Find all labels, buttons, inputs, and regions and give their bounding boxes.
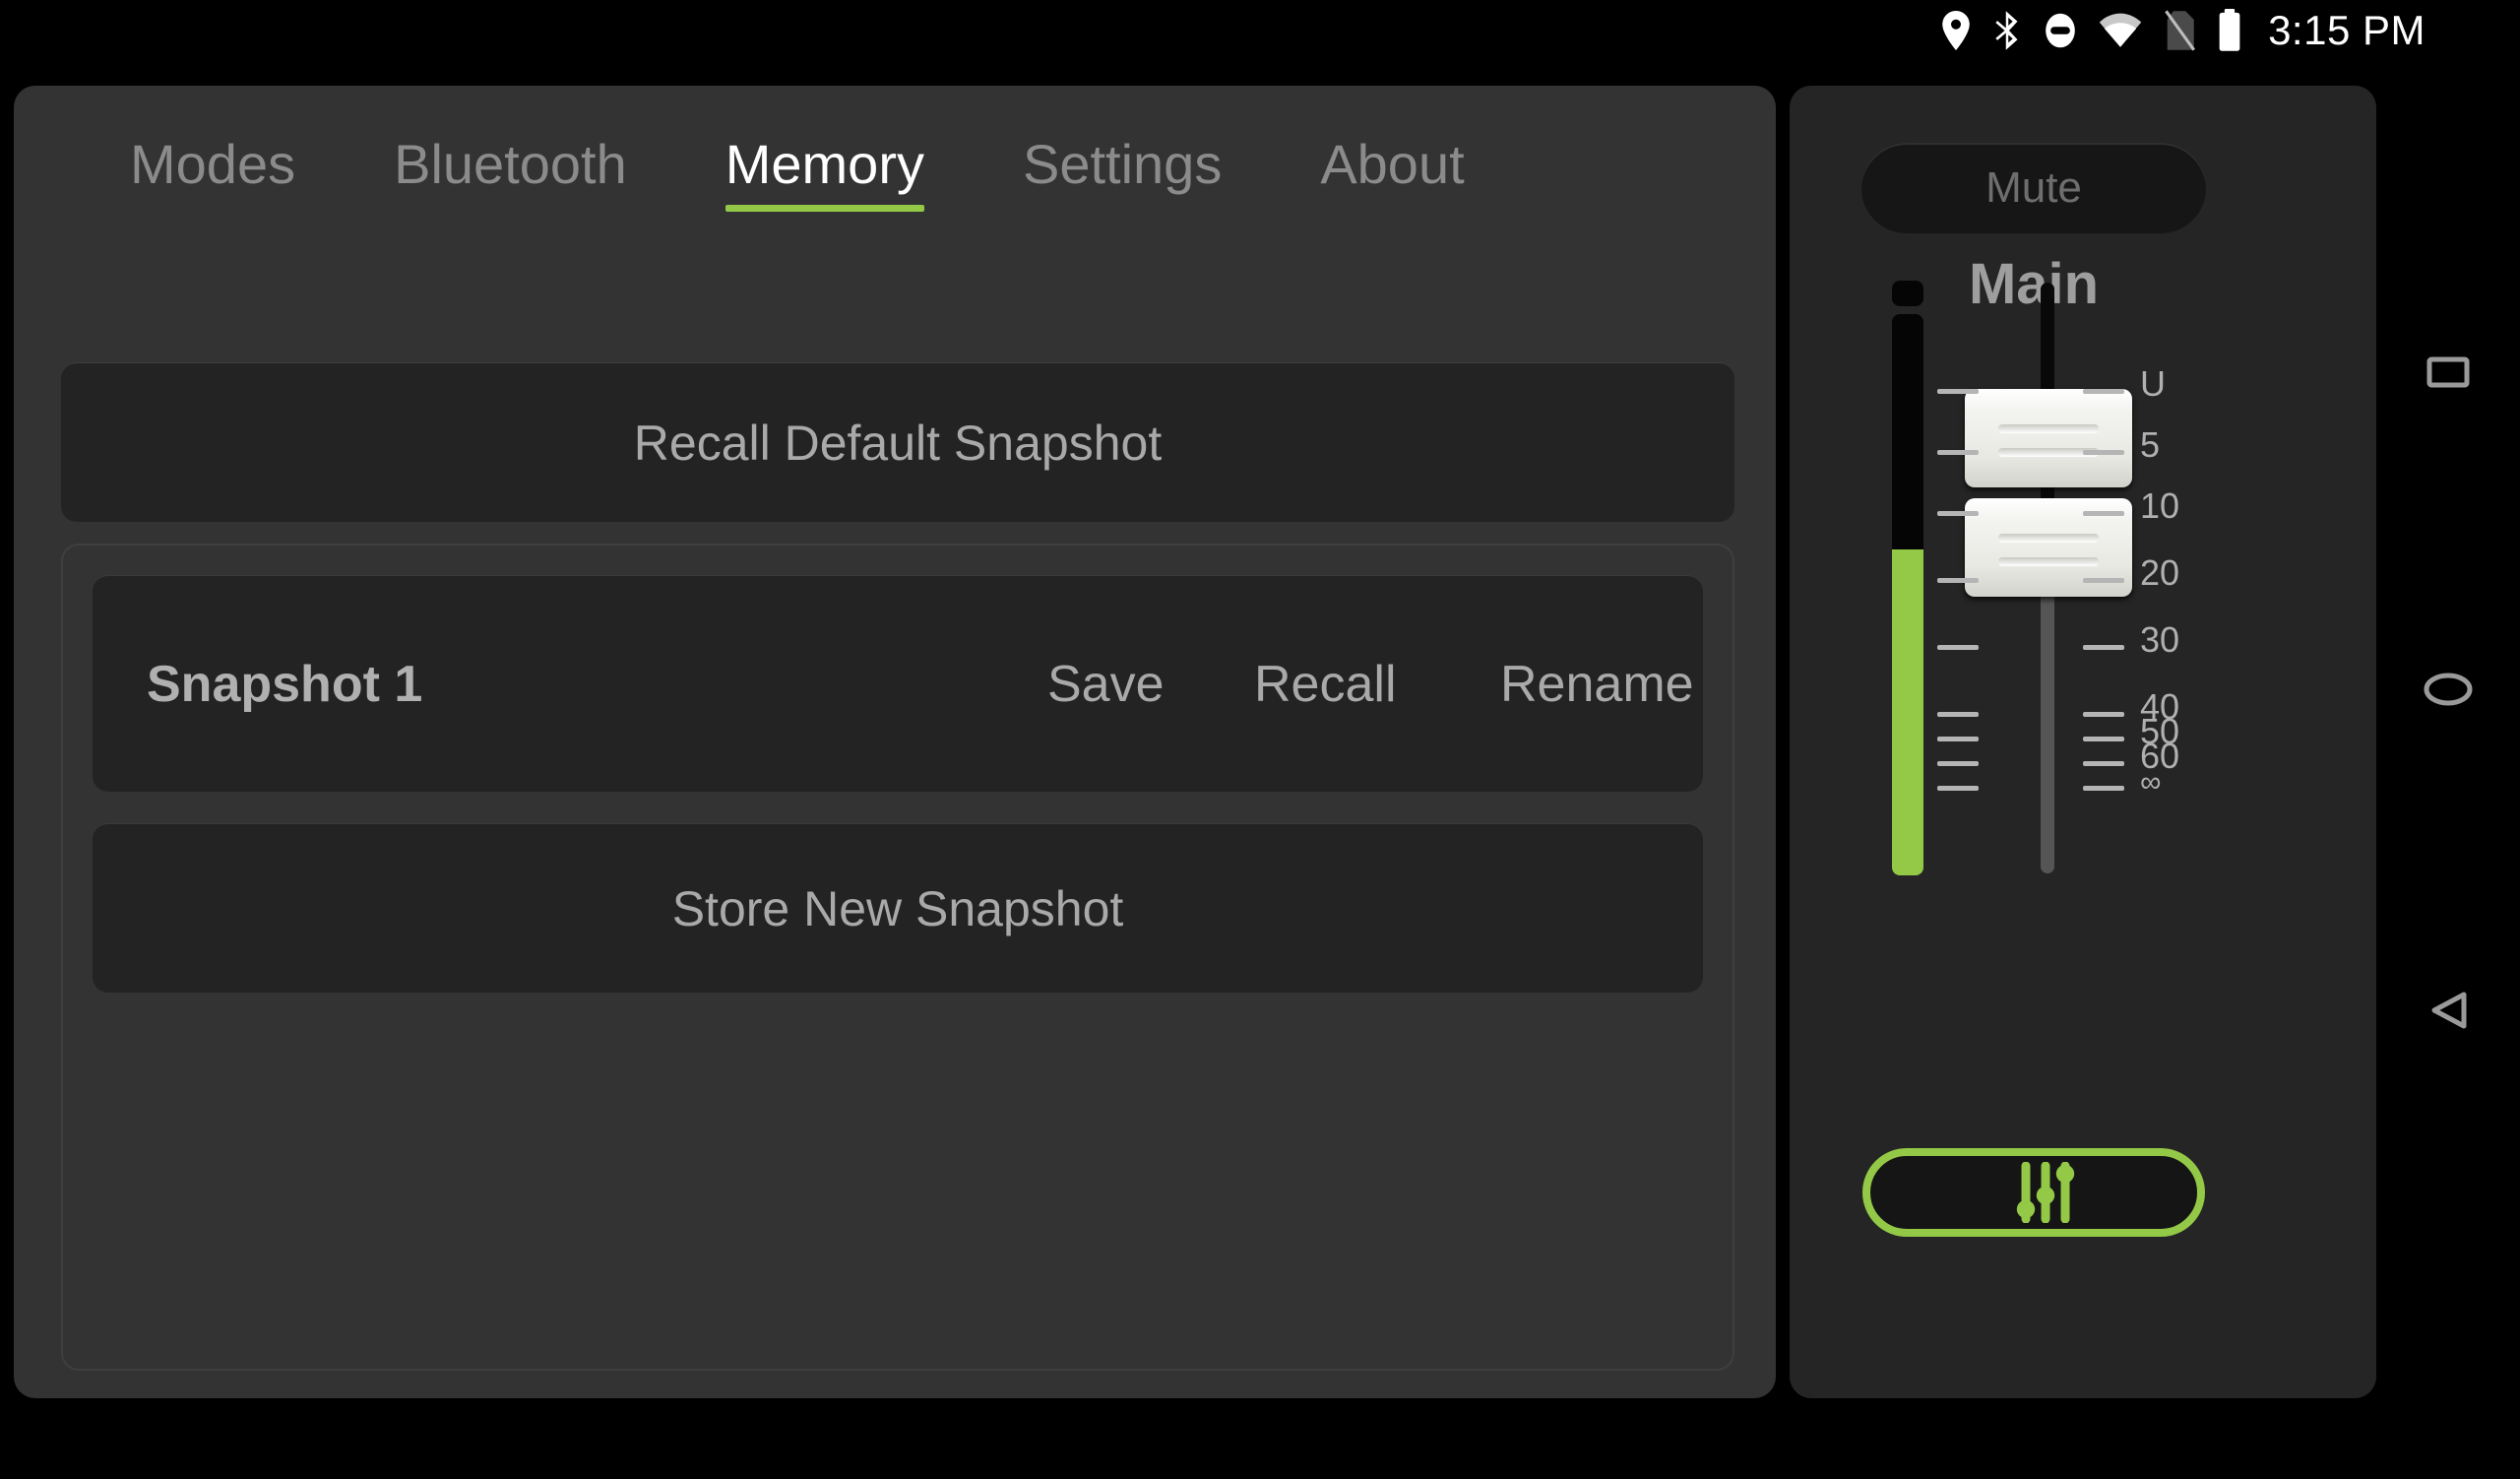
circle-icon xyxy=(2424,673,2473,706)
tab-settings[interactable]: Settings xyxy=(1023,132,1222,206)
snapshot-name-label: Snapshot 1 xyxy=(147,655,423,713)
snapshot-rename-button[interactable]: Rename xyxy=(1500,655,1694,714)
level-meter xyxy=(1892,314,1923,875)
snapshot-recall-button[interactable]: Recall xyxy=(1254,655,1397,714)
fader-tick-row: 60 xyxy=(1937,739,2262,774)
tab-bar: Modes Bluetooth Memory Settings About xyxy=(14,86,1776,251)
app-root: Modes Bluetooth Memory Settings About Re… xyxy=(0,61,2520,1479)
fader-tick-row: 40 xyxy=(1937,689,2262,725)
sliders-icon xyxy=(2016,1162,2075,1223)
fader-tick-label: 30 xyxy=(2140,619,2180,661)
level-meter-fill xyxy=(1892,549,1923,875)
fader-tick-label: 10 xyxy=(2140,484,2180,526)
android-nav-bar xyxy=(2376,122,2520,1479)
snapshot-row: Snapshot 1 Save Recall Rename xyxy=(93,575,1703,792)
fader-tick-label: 20 xyxy=(2140,552,2180,593)
location-pin-icon xyxy=(1941,11,1971,50)
tab-modes[interactable]: Modes xyxy=(130,132,295,206)
fader-tick-right xyxy=(2083,761,2124,766)
fader-tick-right xyxy=(2083,578,2124,583)
square-icon xyxy=(2426,356,2470,388)
fader-tick-right xyxy=(2083,388,2124,394)
fader-tick-label: U xyxy=(2140,362,2166,404)
fader-tick-left xyxy=(1937,449,1979,455)
fader-tick-row: ∞ xyxy=(1937,767,2262,797)
fader-tick-right xyxy=(2083,510,2124,516)
mute-button[interactable]: Mute xyxy=(1861,143,2206,233)
fader-tick-label: ∞ xyxy=(2140,765,2162,799)
back-button[interactable] xyxy=(2376,989,2520,1032)
home-button[interactable] xyxy=(2376,672,2520,707)
battery-icon xyxy=(2217,9,2242,52)
fader-tick-right xyxy=(2083,785,2124,791)
fader-tick-left xyxy=(1937,388,1979,394)
fader-tick-row: 10 xyxy=(1937,487,2262,523)
tab-memory[interactable]: Memory xyxy=(724,132,925,212)
bluetooth-icon xyxy=(1992,10,2022,51)
fader-tick-row: U xyxy=(1937,365,2262,401)
tab-bluetooth[interactable]: Bluetooth xyxy=(394,132,627,206)
meter-clip-indicator xyxy=(1892,281,1923,306)
fader-tick-left xyxy=(1937,737,1979,742)
fader-tick-left xyxy=(1937,761,1979,766)
main-panel: Modes Bluetooth Memory Settings About Re… xyxy=(14,86,1776,1398)
fader-tick-row: 20 xyxy=(1937,555,2262,591)
fader-tick-right xyxy=(2083,449,2124,455)
do-not-disturb-icon xyxy=(2044,10,2077,51)
status-bar: 3:15 PM xyxy=(0,0,2520,61)
tab-about[interactable]: About xyxy=(1320,132,1464,206)
store-new-snapshot-button[interactable]: Store New Snapshot xyxy=(93,823,1703,993)
status-bar-clock: 3:15 PM xyxy=(2268,7,2426,53)
fader-tick-left xyxy=(1937,785,1979,791)
fader-tick-row: 30 xyxy=(1937,622,2262,658)
snapshot-list-container: Snapshot 1 Save Recall Rename Store New … xyxy=(61,544,1734,1371)
fader-tick-left xyxy=(1937,645,1979,651)
wifi-icon xyxy=(2099,13,2142,48)
snapshot-save-button[interactable]: Save xyxy=(1047,655,1165,714)
channel-strip-panel: Mute Main U 5 10 20 30 40 50 60 ∞ xyxy=(1790,86,2376,1398)
fader-tick-row: 5 xyxy=(1937,426,2262,462)
fader-tick-left xyxy=(1937,510,1979,516)
eq-button[interactable] xyxy=(1862,1148,2205,1237)
recall-default-snapshot-button[interactable]: Recall Default Snapshot xyxy=(61,362,1734,522)
fader-tick-right xyxy=(2083,737,2124,742)
fader-tick-row: 50 xyxy=(1937,714,2262,749)
fader-scale: U 5 10 20 30 40 50 60 ∞ xyxy=(1937,273,2262,883)
fader-tick-left xyxy=(1937,712,1979,718)
fader-tick-left xyxy=(1937,578,1979,583)
triangle-left-icon xyxy=(2431,992,2467,1029)
no-sim-icon xyxy=(2164,10,2196,51)
fader-tick-right xyxy=(2083,645,2124,651)
fader-tick-label: 5 xyxy=(2140,423,2161,465)
recents-button[interactable] xyxy=(2376,356,2520,388)
fader-tick-right xyxy=(2083,712,2124,718)
